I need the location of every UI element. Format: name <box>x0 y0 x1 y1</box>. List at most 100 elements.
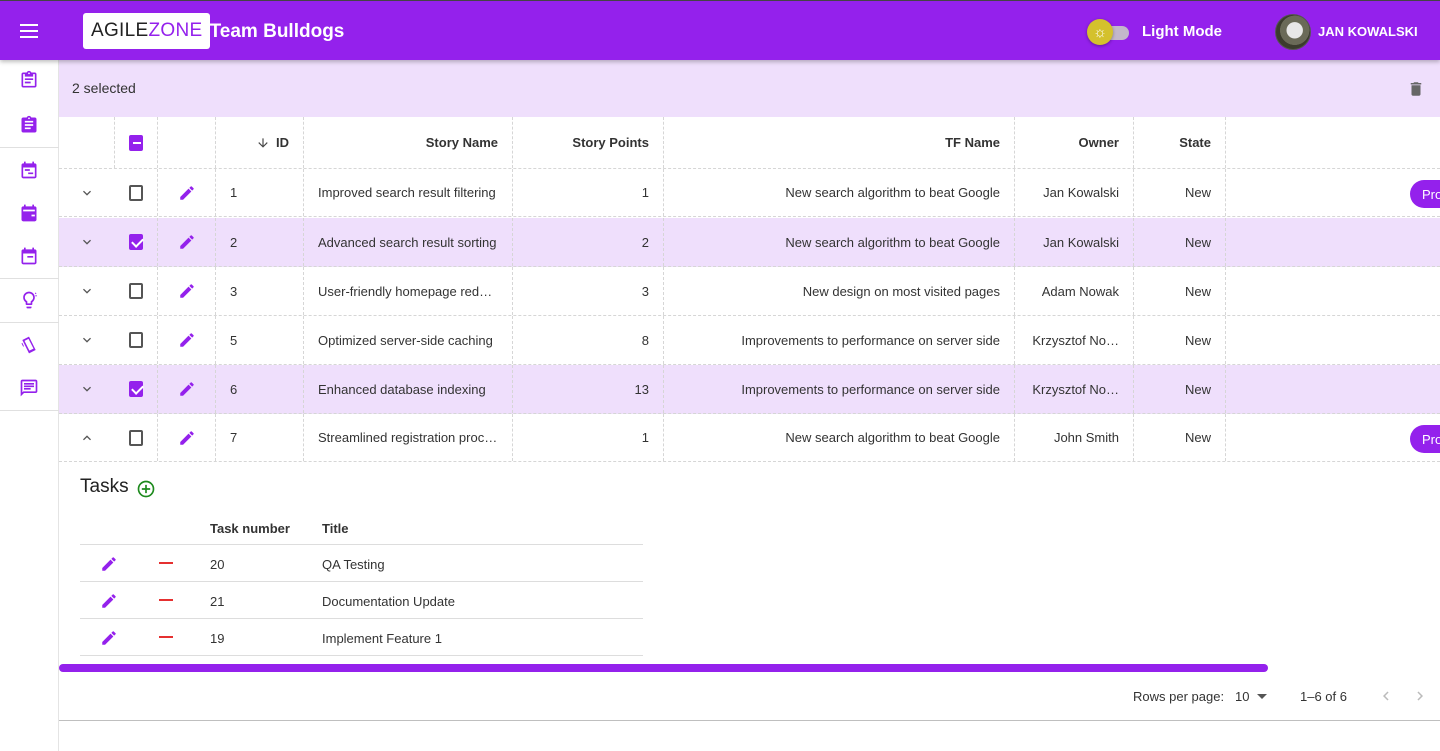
pencil-icon[interactable] <box>178 429 196 447</box>
chevron-down-icon <box>79 234 95 250</box>
header-owner-label: Owner <box>1078 135 1119 150</box>
header-story-points-label: Story Points <box>572 135 649 150</box>
expand-toggle[interactable] <box>59 169 115 216</box>
pencil-icon[interactable] <box>100 629 118 647</box>
table-row[interactable]: 2 Advanced search result sorting 2 New sear… <box>59 218 1440 267</box>
tf-name-value: Improvements to performance on server si… <box>741 332 1000 348</box>
task-row: 21 Documentation Update <box>80 582 643 619</box>
header-story-name-label: Story Name <box>425 135 498 150</box>
light-mode-toggle[interactable]: ☼ <box>1087 19 1129 45</box>
pencil-icon[interactable] <box>178 184 196 202</box>
expand-toggle[interactable] <box>59 218 115 266</box>
chevron-down-icon <box>79 185 95 201</box>
tasks-header-number: Task number <box>210 521 290 536</box>
task-title: Documentation Update <box>322 594 455 609</box>
chevron-right-icon[interactable] <box>1411 687 1429 705</box>
cell-state: New <box>1134 316 1226 364</box>
row-select-cell <box>115 267 158 315</box>
row-select-cell <box>115 218 158 266</box>
select-all-checkbox[interactable] <box>129 134 143 151</box>
clipboard-icon[interactable] <box>17 113 41 137</box>
tickets-icon[interactable] <box>17 333 41 357</box>
id-value: 6 <box>230 381 238 397</box>
logo-agile: AGILE <box>91 20 149 41</box>
menu-icon[interactable] <box>17 19 41 43</box>
expand-toggle[interactable] <box>59 267 115 315</box>
row-checkbox[interactable] <box>129 283 143 299</box>
row-checkbox[interactable] <box>129 184 143 201</box>
app-bar: AGILE ZONE - Team Bulldogs ☼ Light Mode J… <box>0 0 1440 60</box>
cell-tf-name: Improvements to performance on server si… <box>664 316 1015 364</box>
message-icon[interactable] <box>17 376 41 400</box>
sidebar <box>0 60 59 751</box>
add-task-icon[interactable] <box>136 479 156 499</box>
lightbulb-icon[interactable] <box>17 288 41 312</box>
row-checkbox[interactable] <box>129 381 143 397</box>
clipboard-outline-icon[interactable] <box>17 68 41 92</box>
horizontal-scrollbar[interactable] <box>59 664 1268 672</box>
remove-icon[interactable] <box>159 562 173 564</box>
calendar-range-icon[interactable] <box>17 244 41 268</box>
row-checkbox[interactable] <box>129 234 143 250</box>
id-value: 5 <box>230 332 238 348</box>
logo[interactable]: AGILE ZONE <box>83 13 211 49</box>
team-name: - Team Bulldogs <box>198 21 345 42</box>
avatar[interactable] <box>1275 14 1311 50</box>
row-select-cell <box>115 169 158 216</box>
header-state[interactable]: State <box>1134 117 1226 168</box>
table-row[interactable]: 7 Streamlined registration proc… 1 New sear… <box>59 414 1440 462</box>
sidebar-divider <box>0 147 59 148</box>
pencil-icon[interactable] <box>178 380 196 398</box>
row-select-cell <box>115 414 158 461</box>
pencil-icon[interactable] <box>178 233 196 251</box>
chevron-left-icon[interactable] <box>1377 687 1395 705</box>
row-checkbox[interactable] <box>129 332 143 348</box>
pencil-icon[interactable] <box>100 555 118 573</box>
story-name-value: Optimized server-side caching <box>318 332 493 348</box>
tf-name-value: New design on most visited pages <box>802 283 1000 299</box>
table-row[interactable]: 6 Enhanced database indexing 13 Improvement… <box>59 365 1440 414</box>
header-owner[interactable]: Owner <box>1015 117 1134 168</box>
story-name-value: Advanced search result sorting <box>318 234 497 250</box>
row-action-button[interactable]: Pro <box>1410 425 1440 453</box>
task-title: QA Testing <box>322 557 385 572</box>
owner-value: Jan Kowalski <box>1043 234 1119 250</box>
user-name[interactable]: JAN KOWALSKI <box>1318 24 1418 39</box>
expand-toggle[interactable] <box>59 414 115 461</box>
cell-story-name: Streamlined registration proc… <box>304 414 513 461</box>
pencil-icon[interactable] <box>100 592 118 610</box>
remove-icon[interactable] <box>159 599 173 601</box>
trash-icon[interactable] <box>1407 79 1425 99</box>
table-row[interactable]: 3 User-friendly homepage redes… 3 New desig… <box>59 267 1440 316</box>
row-checkbox[interactable] <box>129 429 143 446</box>
cell-owner: Krzysztof No… <box>1015 365 1134 413</box>
rows-per-page-label: Rows per page: <box>1133 689 1225 704</box>
header-tf-name[interactable]: TF Name <box>664 117 1015 168</box>
story-points-value: 13 <box>634 381 649 397</box>
expand-toggle[interactable] <box>59 365 115 413</box>
cell-story-points: 1 <box>513 169 664 216</box>
rows-per-page-select[interactable]: 10 <box>1235 689 1249 704</box>
pencil-icon[interactable] <box>178 331 196 349</box>
story-points-value: 1 <box>641 185 649 200</box>
calendar-icon[interactable] <box>17 201 41 225</box>
table-row[interactable]: 5 Optimized server-side caching 8 Improveme… <box>59 316 1440 365</box>
chevron-down-icon <box>79 381 95 397</box>
header-story-points[interactable]: Story Points <box>513 117 664 168</box>
owner-value: John Smith <box>1053 430 1119 445</box>
pencil-icon[interactable] <box>178 282 196 300</box>
remove-icon[interactable] <box>159 636 173 638</box>
edit-cell <box>158 365 216 413</box>
calendar-outline-icon[interactable] <box>17 158 41 182</box>
story-points-value: 1 <box>641 430 649 445</box>
expand-toggle[interactable] <box>59 316 115 364</box>
header-story-name[interactable]: Story Name <box>304 117 513 168</box>
header-id[interactable]: ID <box>216 117 304 168</box>
story-name-value: User-friendly homepage redes… <box>318 283 498 299</box>
row-action-button[interactable]: Pro <box>1410 180 1440 208</box>
tasks-title: Tasks <box>80 476 129 497</box>
caret-down-icon[interactable] <box>1257 694 1267 699</box>
edit-cell <box>158 218 216 266</box>
cell-story-name: Improved search result filtering <box>304 169 513 216</box>
table-row[interactable]: 1 Improved search result filtering 1 New se… <box>59 169 1440 217</box>
